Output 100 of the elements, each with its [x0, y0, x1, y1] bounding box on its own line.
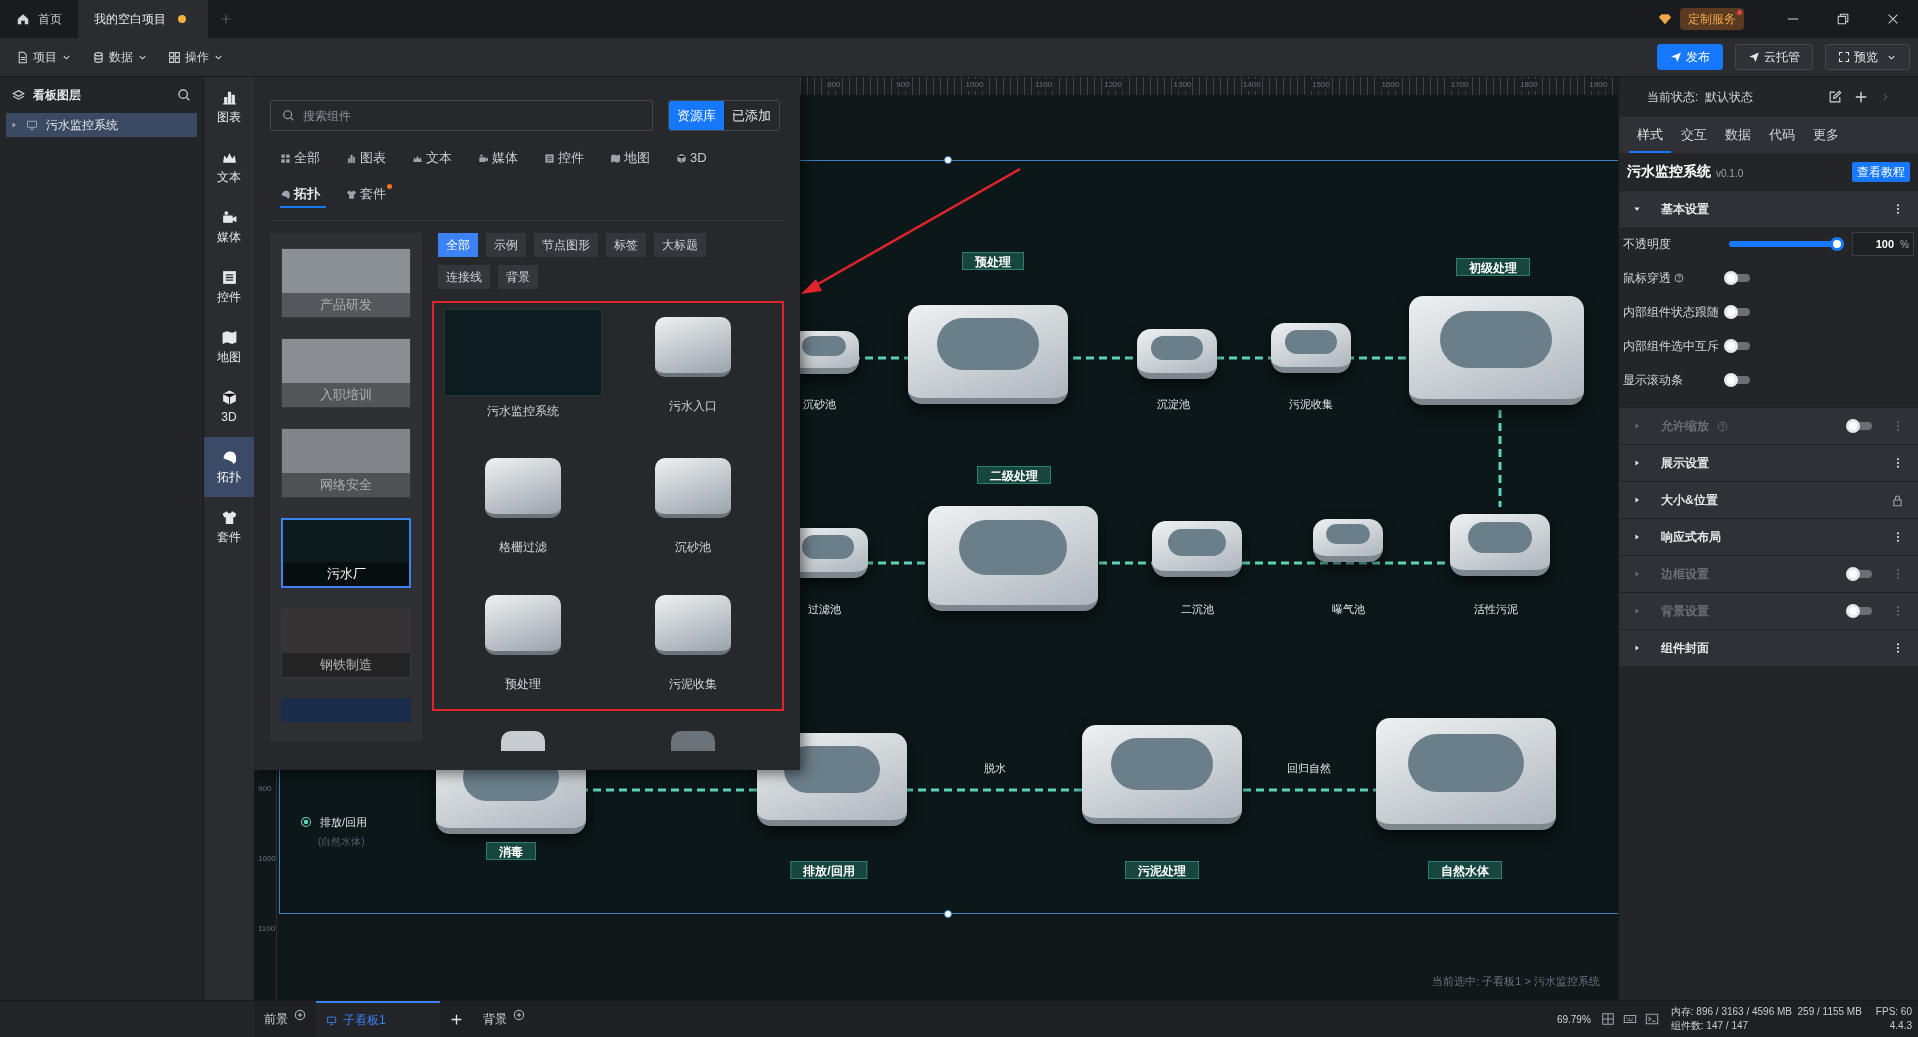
library-category-tab[interactable]: 拓扑	[280, 182, 326, 208]
menu-button[interactable]: 数据	[84, 43, 156, 71]
library-category-tab[interactable]: 文本	[412, 146, 458, 172]
triangle-icon[interactable]	[10, 121, 18, 129]
facility-illustration	[671, 731, 715, 751]
component-name: 污水监控系统	[1627, 162, 1711, 181]
toggle-switch[interactable]	[1724, 339, 1750, 353]
settings-section-header[interactable]: 大小&位置	[1619, 481, 1918, 518]
source-tab[interactable]: 资源库	[669, 101, 724, 130]
library-category-tab[interactable]: 套件	[346, 182, 392, 208]
settings-section-header[interactable]: 基本设置	[1619, 190, 1918, 227]
component-count: 组件数: 147 / 147	[1670, 1019, 1750, 1033]
menu-button[interactable]: 项目	[8, 43, 80, 71]
number-field[interactable]: 100 %	[1852, 232, 1914, 256]
keyboard-icon[interactable]	[1622, 1012, 1637, 1026]
opacity-slider[interactable]	[1729, 237, 1845, 251]
hosting-button[interactable]: 云托管	[1735, 44, 1813, 70]
filter-chip[interactable]: 背景	[498, 265, 538, 289]
resize-handle[interactable]	[944, 156, 952, 164]
component-card[interactable]: 预处理	[438, 586, 608, 709]
component-category[interactable]: 媒体	[204, 197, 254, 257]
send-icon	[1670, 51, 1682, 63]
search-icon[interactable]	[177, 88, 191, 102]
menu-button[interactable]: 操作	[160, 43, 232, 71]
shirt-icon	[346, 188, 357, 200]
template-thumbnail[interactable]: 污水厂	[281, 518, 411, 588]
inspector-tab[interactable]: 代码	[1761, 119, 1803, 153]
template-thumbnail[interactable]: 钢铁制造	[281, 608, 411, 678]
layer-item[interactable]: 污水监控系统	[6, 113, 197, 137]
terminal-icon[interactable]	[1644, 1012, 1659, 1026]
component-category[interactable]: 图表	[204, 77, 254, 137]
board-tab[interactable]: 前景	[254, 1001, 316, 1037]
facility-illustration	[1313, 518, 1383, 562]
filter-chip[interactable]: 全部	[438, 233, 478, 257]
component-category[interactable]: 3D	[204, 377, 254, 437]
component-card[interactable]: 污泥收集	[608, 586, 778, 709]
template-thumbnail[interactable]: 网络安全	[281, 428, 411, 498]
filter-chip[interactable]: 节点图形	[534, 233, 598, 257]
filter-chip[interactable]: 连接线	[438, 265, 490, 289]
component-card[interactable]: 污水监控系统	[438, 309, 608, 437]
toggle-switch[interactable]	[1724, 373, 1750, 387]
node-caption: 沉淀池	[1156, 396, 1190, 412]
memory-stats: 内存: 896 / 3163 / 4596 MB 259 / 1155 MB	[1670, 1005, 1862, 1019]
filter-chip[interactable]: 大标题	[654, 233, 706, 257]
component-card[interactable]: 格栅过滤	[438, 450, 608, 573]
camera-icon	[478, 152, 489, 164]
tutorial-button[interactable]: 查看教程	[1852, 161, 1910, 182]
component-category[interactable]: 地图	[204, 317, 254, 377]
inspector-tab[interactable]: 样式	[1629, 119, 1671, 153]
service-button[interactable]: 定制服务	[1680, 8, 1744, 30]
board-tab[interactable]: 子看板1	[316, 1001, 440, 1037]
component-category[interactable]: 拓扑	[204, 437, 254, 497]
document-tab[interactable]: 我的空白项目	[78, 0, 208, 38]
chevron-icon[interactable]	[1880, 92, 1890, 102]
triangle-icon	[1633, 533, 1641, 541]
shirt-icon	[220, 508, 238, 526]
component-category[interactable]: 控件	[204, 257, 254, 317]
restore-icon[interactable]	[1836, 12, 1850, 26]
inspector-tab[interactable]: 交互	[1673, 119, 1715, 153]
close-icon[interactable]	[1886, 12, 1900, 26]
publish-button[interactable]: 发布	[1657, 44, 1723, 70]
edit-icon[interactable]	[1828, 90, 1842, 104]
component-category[interactable]: 套件	[204, 497, 254, 557]
inspector-tab[interactable]: 更多	[1805, 119, 1847, 153]
home-icon	[16, 12, 30, 26]
triangle-icon	[1633, 607, 1641, 615]
document-tab[interactable]: 首页	[0, 0, 78, 38]
library-category-tab[interactable]: 3D	[676, 146, 713, 172]
node-caption: 污泥收集	[1289, 396, 1333, 412]
ruler-mark: 800	[826, 79, 842, 91]
send-icon	[1748, 51, 1760, 63]
ruler-mark: 1400	[1241, 79, 1262, 91]
list-icon	[220, 268, 238, 286]
resize-handle[interactable]	[944, 910, 952, 918]
library-category-tab[interactable]: 图表	[346, 146, 392, 172]
settings-section-header[interactable]: 组件封面	[1619, 629, 1918, 666]
preview-dropdown[interactable]: 预览	[1825, 44, 1910, 70]
grid-icon	[168, 50, 181, 64]
ruler-mark: 1000	[258, 853, 276, 865]
library-category-tab[interactable]: 媒体	[478, 146, 524, 172]
triangle-icon	[1633, 570, 1641, 578]
filter-chip[interactable]: 示例	[486, 233, 526, 257]
settings-section-header[interactable]: 响应式布局	[1619, 518, 1918, 555]
library-category-tab[interactable]: 全部	[280, 146, 326, 172]
library-category-tab[interactable]: 地图	[610, 146, 656, 172]
inspector-tab[interactable]: 数据	[1717, 119, 1759, 153]
filter-chip[interactable]: 标签	[606, 233, 646, 257]
library-category-tab[interactable]: 控件	[544, 146, 590, 172]
component-card[interactable]: 污水入口	[608, 309, 778, 437]
source-tab[interactable]: 已添加	[724, 101, 779, 130]
settings-section-header[interactable]: 展示设置	[1619, 444, 1918, 481]
component-category[interactable]: 文本	[204, 137, 254, 197]
component-card[interactable]: 沉砂池	[608, 450, 778, 573]
board-tab[interactable]: 背景	[473, 1001, 535, 1037]
stage-label: 二级处理	[977, 466, 1051, 484]
fit-screen-icon[interactable]	[1600, 1012, 1615, 1026]
toggle-switch[interactable]	[1724, 271, 1750, 285]
toggle-switch[interactable]	[1724, 305, 1750, 319]
search-field[interactable]: 搜索组件	[270, 100, 653, 131]
lock-icon[interactable]	[1891, 493, 1904, 507]
